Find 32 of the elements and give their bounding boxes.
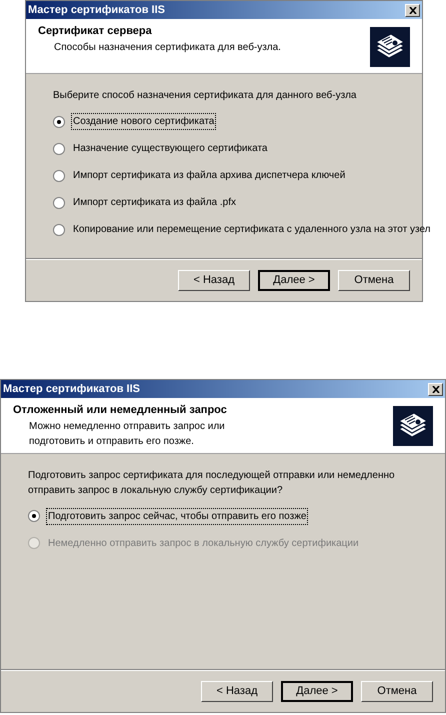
prompt-text: Подготовить запрос сертификата для последующей отправки или немедленно отправить запрос в локальную службу сертификации?	[28, 468, 396, 498]
dialog-button[interactable]: Далее >	[281, 681, 353, 702]
certificate-icon	[393, 406, 433, 446]
dialog-button[interactable]: < Назад	[178, 270, 250, 291]
option-label[interactable]: Назначение существующего сертификата	[71, 140, 270, 157]
radio-button[interactable]	[53, 116, 65, 128]
option-label[interactable]: Копирование или перемещение сертификата с удаленного узла на этот узел	[71, 221, 433, 238]
close-icon	[408, 6, 416, 14]
radio-button[interactable]	[28, 510, 40, 522]
window-title: Мастер сертификатов IIS	[3, 382, 140, 397]
option-label[interactable]: Подготовить запрос сейчас, чтобы отправить его позже	[46, 508, 308, 524]
dialog-button[interactable]: Отмена	[361, 681, 433, 702]
dialog-button[interactable]: < Назад	[201, 681, 273, 702]
certificate-icon	[370, 27, 410, 67]
radio-button[interactable]	[53, 142, 65, 154]
dialog-button[interactable]: Далее >	[258, 270, 330, 291]
window-title: Мастер сертификатов IIS	[28, 2, 166, 18]
header-subtitle: Можно немедленно отправить запрос или подготовить и отправить его позже.	[28, 420, 226, 448]
close-button[interactable]	[428, 382, 443, 396]
option-label[interactable]: Создание нового сертификата	[71, 113, 216, 130]
close-button[interactable]	[405, 4, 420, 16]
radio-button[interactable]	[53, 196, 65, 208]
radio-button[interactable]	[53, 224, 65, 236]
close-icon	[432, 386, 440, 392]
header-title: Отложенный или немедленный запрос	[13, 403, 228, 418]
option-label[interactable]: Импорт сертификата из файла .pfx	[71, 194, 238, 211]
header-title: Сертификат сервера	[38, 24, 153, 39]
option-label[interactable]: Импорт сертификата из файла архива диспетчера ключей	[71, 167, 348, 184]
prompt-text: Выберите способ назначения сертификата для данного веб-узла	[53, 89, 358, 103]
radio-button[interactable]	[53, 170, 65, 182]
dialog-button[interactable]: Отмена	[338, 270, 410, 291]
header-subtitle: Способы назначения сертификата для веб-узла.	[53, 40, 281, 54]
